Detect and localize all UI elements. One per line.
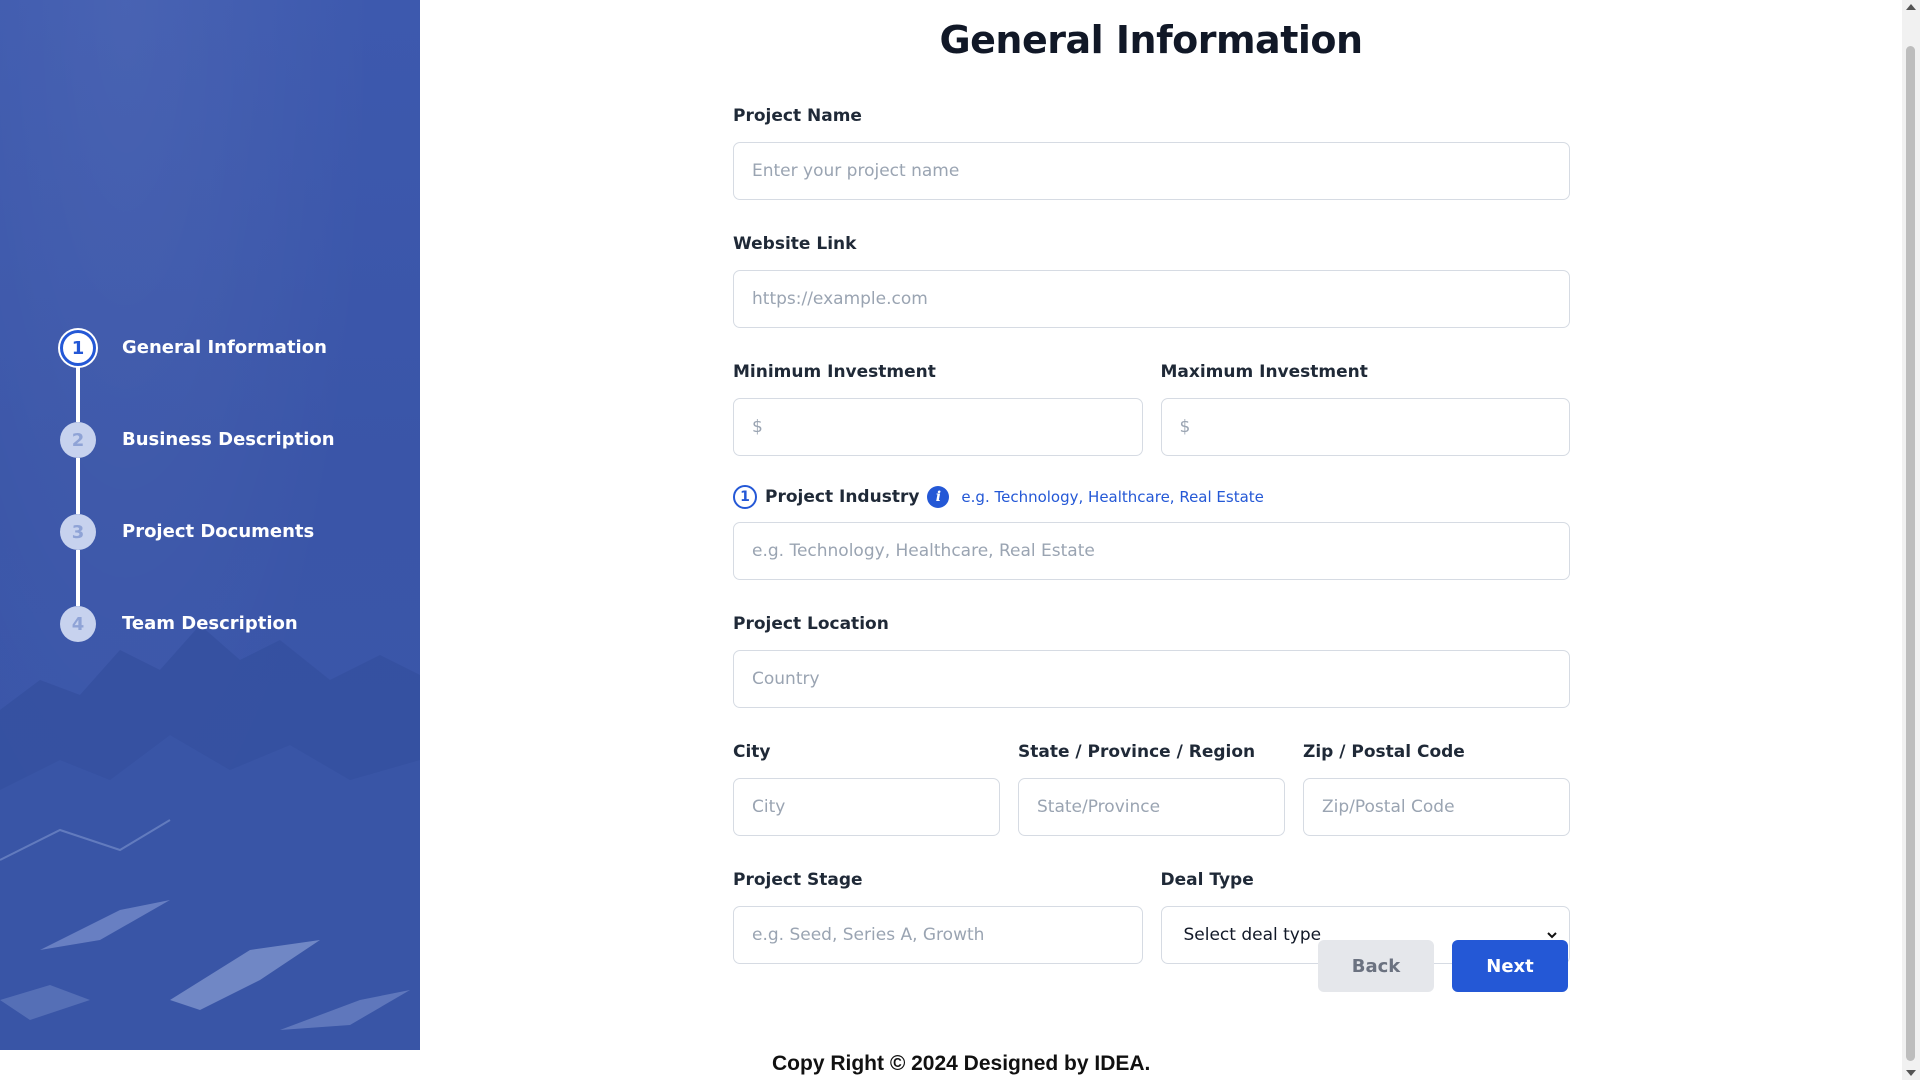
next-button[interactable]: Next	[1452, 940, 1568, 992]
project-industry-label: Project Industry	[765, 487, 920, 507]
website-link-label: Website Link	[733, 234, 857, 254]
step-connector	[76, 366, 80, 422]
step-connector	[76, 550, 80, 606]
step-label: Business Description	[122, 429, 335, 450]
step-connector	[76, 458, 80, 514]
website-link-input[interactable]: https://example.com	[733, 270, 1570, 328]
maximum-investment-input[interactable]: $	[1160, 398, 1570, 456]
step-number: 2	[60, 422, 96, 458]
scroll-up-arrow-icon[interactable]	[1906, 4, 1916, 10]
step-number: 3	[60, 514, 96, 550]
project-industry-label-row: 1 Project Industry i e.g. Technology, He…	[733, 482, 1570, 512]
state-input[interactable]: State/Province	[1018, 778, 1285, 836]
deal-type-label: Deal Type	[1160, 870, 1254, 890]
minimum-investment-label: Minimum Investment	[733, 362, 936, 382]
country-input[interactable]: Country	[733, 650, 1570, 708]
state-label: State / Province / Region	[1018, 742, 1256, 762]
step-number-badge: 1	[733, 485, 757, 509]
step-team-description[interactable]: 4 Team Description	[60, 606, 420, 698]
stepper: 1 General Information 2 Business Descrip…	[60, 330, 420, 698]
maximum-investment-label: Maximum Investment	[1160, 362, 1368, 382]
minimum-investment-input[interactable]: $	[733, 398, 1143, 456]
project-location-label: Project Location	[733, 614, 889, 634]
step-project-documents[interactable]: 3 Project Documents	[60, 514, 420, 606]
step-general-information[interactable]: 1 General Information	[60, 330, 420, 422]
project-stage-label: Project Stage	[733, 870, 863, 890]
project-name-label: Project Name	[733, 106, 862, 126]
deal-type-selected-value: Select deal type	[1183, 925, 1322, 945]
back-button[interactable]: Back	[1318, 940, 1434, 992]
page-title: General Information	[939, 18, 1363, 62]
scroll-down-arrow-icon[interactable]	[1906, 1070, 1916, 1076]
vertical-scrollbar[interactable]	[1902, 0, 1920, 1080]
info-icon[interactable]: i	[927, 486, 950, 508]
step-label: General Information	[122, 337, 327, 358]
footer-copyright: Copy Right © 2024 Designed by IDEA.	[772, 1052, 1151, 1075]
zip-label: Zip / Postal Code	[1303, 742, 1465, 762]
general-information-form: Project Name Enter your project name Web…	[733, 104, 1570, 996]
zip-input[interactable]: Zip/Postal Code	[1303, 778, 1570, 836]
project-name-input[interactable]: Enter your project name	[733, 142, 1570, 200]
form-actions: Back Next	[1318, 940, 1568, 992]
step-number: 1	[60, 330, 96, 366]
sidebar: 1 General Information 2 Business Descrip…	[0, 0, 420, 1050]
city-label: City	[733, 742, 771, 762]
step-number: 4	[60, 606, 96, 642]
step-label: Team Description	[122, 613, 298, 634]
step-business-description[interactable]: 2 Business Description	[60, 422, 420, 514]
project-industry-input[interactable]: e.g. Technology, Healthcare, Real Estate	[733, 522, 1570, 580]
step-label: Project Documents	[122, 521, 315, 542]
city-input[interactable]: City	[733, 778, 1000, 836]
scrollbar-thumb[interactable]	[1906, 46, 1915, 1061]
project-industry-hint: e.g. Technology, Healthcare, Real Estate	[961, 488, 1264, 506]
project-stage-input[interactable]: e.g. Seed, Series A, Growth	[733, 906, 1143, 964]
main-content: General Information Project Name Enter y…	[420, 0, 1900, 1080]
